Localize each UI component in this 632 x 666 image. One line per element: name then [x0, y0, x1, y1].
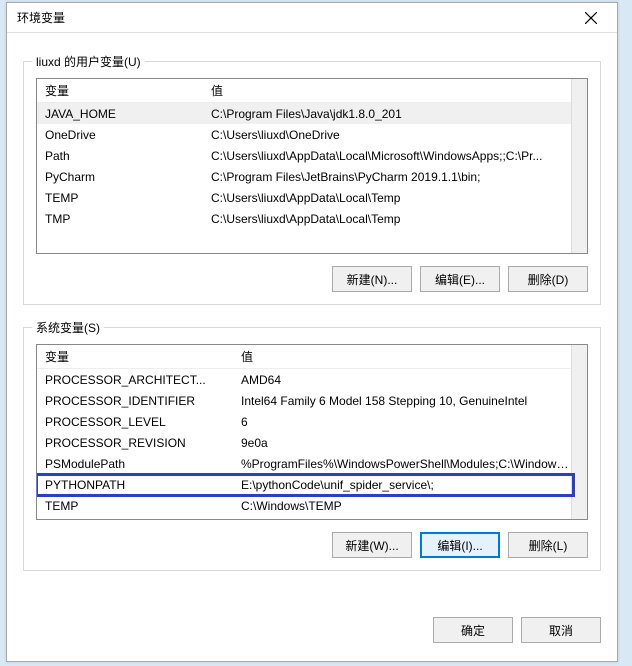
col-header-variable[interactable]: 变量: [37, 82, 207, 99]
var-name: PSModulePath: [37, 457, 237, 471]
var-value: C:\Users\liuxd\AppData\Local\Temp: [207, 212, 571, 226]
system-vars-list[interactable]: 变量 值 PROCESSOR_ARCHITECT...AMD64PROCESSO…: [36, 344, 588, 520]
table-row[interactable]: TEMPC:\Windows\TEMP: [37, 495, 571, 516]
var-value: C:\Windows\TEMP: [237, 499, 571, 513]
table-row[interactable]: TEMPC:\Users\liuxd\AppData\Local\Temp: [37, 187, 571, 208]
cancel-button[interactable]: 取消: [521, 617, 601, 643]
var-name: TMP: [37, 212, 207, 226]
system-edit-button[interactable]: 编辑(I)...: [420, 532, 500, 558]
var-name: PROCESSOR_ARCHITECT...: [37, 373, 237, 387]
var-value: %ProgramFiles%\WindowsPowerShell\Modules…: [237, 457, 571, 471]
var-name: JAVA_HOME: [37, 107, 207, 121]
user-edit-button[interactable]: 编辑(E)...: [420, 266, 500, 292]
var-name: Path: [37, 149, 207, 163]
system-vars-label: 系统变量(S): [32, 319, 104, 336]
var-value: 6: [237, 415, 571, 429]
var-name: TEMP: [37, 499, 237, 513]
ok-button[interactable]: 确定: [433, 617, 513, 643]
var-value: Intel64 Family 6 Model 158 Stepping 10, …: [237, 394, 571, 408]
user-vars-label: liuxd 的用户变量(U): [32, 53, 145, 70]
col-header-value[interactable]: 值: [237, 348, 571, 365]
table-row[interactable]: PYTHONPATHE:\pythonCode\unif_spider_serv…: [37, 474, 571, 495]
table-row[interactable]: OneDriveC:\Users\liuxd\OneDrive: [37, 124, 571, 145]
close-icon: [585, 12, 597, 24]
table-row[interactable]: TMPC:\Users\liuxd\AppData\Local\Temp: [37, 208, 571, 229]
titlebar: 环境变量: [7, 3, 617, 33]
var-name: PROCESSOR_LEVEL: [37, 415, 237, 429]
col-header-variable[interactable]: 变量: [37, 348, 237, 365]
var-name: PROCESSOR_IDENTIFIER: [37, 394, 237, 408]
var-value: C:\Users\liuxd\AppData\Local\Microsoft\W…: [207, 149, 571, 163]
user-vars-group: liuxd 的用户变量(U) 变量 值 JAVA_HOMEC:\Program …: [23, 61, 601, 305]
table-row[interactable]: PSModulePath%ProgramFiles%\WindowsPowerS…: [37, 453, 571, 474]
close-button[interactable]: [571, 4, 611, 32]
var-name: PyCharm: [37, 170, 207, 184]
col-header-value[interactable]: 值: [207, 82, 571, 99]
table-row[interactable]: PROCESSOR_LEVEL6: [37, 411, 571, 432]
user-delete-button[interactable]: 删除(D): [508, 266, 588, 292]
var-value: AMD64: [237, 373, 571, 387]
table-row[interactable]: PROCESSOR_ARCHITECT...AMD64: [37, 369, 571, 390]
var-name: PYTHONPATH: [37, 478, 237, 492]
var-value: 9e0a: [237, 436, 571, 450]
window-title: 环境变量: [17, 9, 65, 26]
var-value: C:\Users\liuxd\OneDrive: [207, 128, 571, 142]
table-row[interactable]: JAVA_HOMEC:\Program Files\Java\jdk1.8.0_…: [37, 103, 571, 124]
table-row[interactable]: PROCESSOR_REVISION9e0a: [37, 432, 571, 453]
scrollbar[interactable]: [571, 345, 587, 519]
table-row[interactable]: PyCharmC:\Program Files\JetBrains\PyChar…: [37, 166, 571, 187]
system-vars-group: 系统变量(S) 变量 值 PROCESSOR_ARCHITECT...AMD64…: [23, 327, 601, 571]
system-delete-button[interactable]: 删除(L): [508, 532, 588, 558]
user-new-button[interactable]: 新建(N)...: [332, 266, 412, 292]
var-name: TEMP: [37, 191, 207, 205]
var-value: C:\Users\liuxd\AppData\Local\Temp: [207, 191, 571, 205]
env-vars-dialog: 环境变量 liuxd 的用户变量(U) 变量 值 JAVA_HOMEC:\Pro…: [6, 2, 618, 662]
var-value: C:\Program Files\JetBrains\PyCharm 2019.…: [207, 170, 571, 184]
var-name: PROCESSOR_REVISION: [37, 436, 237, 450]
table-row[interactable]: PROCESSOR_IDENTIFIERIntel64 Family 6 Mod…: [37, 390, 571, 411]
var-name: OneDrive: [37, 128, 207, 142]
system-new-button[interactable]: 新建(W)...: [332, 532, 412, 558]
var-value: E:\pythonCode\unif_spider_service\;: [237, 478, 571, 492]
table-row[interactable]: PathC:\Users\liuxd\AppData\Local\Microso…: [37, 145, 571, 166]
list-header: 变量 值: [37, 79, 571, 103]
var-value: C:\Program Files\Java\jdk1.8.0_201: [207, 107, 571, 121]
list-header: 变量 值: [37, 345, 571, 369]
scrollbar[interactable]: [571, 79, 587, 253]
user-vars-list[interactable]: 变量 值 JAVA_HOMEC:\Program Files\Java\jdk1…: [36, 78, 588, 254]
